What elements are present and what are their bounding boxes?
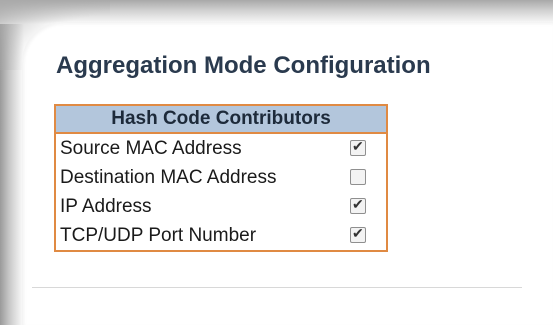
table-row: Destination MAC Address <box>55 163 387 192</box>
table-row: IP Address <box>55 192 387 221</box>
panel-bottom-divider <box>32 287 522 288</box>
destination-mac-checkbox[interactable] <box>350 169 366 186</box>
table-header-row: Hash Code Contributors <box>55 105 387 134</box>
row-label-ip-address: IP Address <box>60 195 152 217</box>
table-header: Hash Code Contributors <box>55 105 387 134</box>
source-mac-checkbox[interactable] <box>350 138 366 157</box>
hash-code-contributors-table: Hash Code Contributors Source MAC Addres… <box>54 104 388 252</box>
row-label-destination-mac: Destination MAC Address <box>60 166 277 188</box>
table-row: Source MAC Address <box>55 133 387 163</box>
table-row: TCP/UDP Port Number <box>55 221 387 251</box>
ip-address-checkbox[interactable] <box>350 196 366 215</box>
tcp-udp-port-checkbox[interactable] <box>350 225 366 244</box>
row-label-tcp-udp-port: TCP/UDP Port Number <box>60 224 257 246</box>
row-label-source-mac: Source MAC Address <box>60 137 242 159</box>
page-title: Aggregation Mode Configuration <box>56 52 431 79</box>
